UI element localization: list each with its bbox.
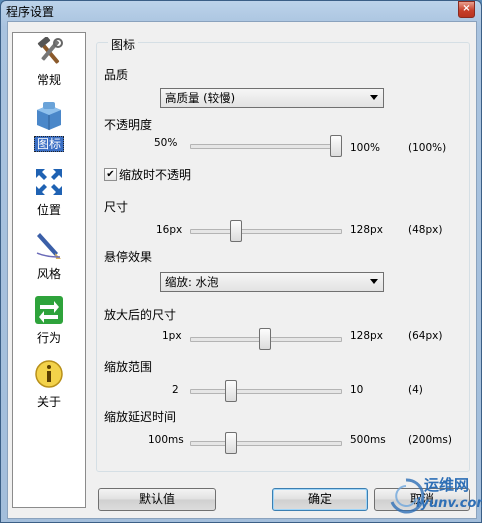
sidebar-item-label: 关于	[36, 395, 61, 409]
hover-effect-dropdown[interactable]: 缩放: 水泡	[160, 272, 384, 292]
opacity-min: 50%	[154, 137, 178, 149]
zoomed-size-slider-thumb[interactable]	[259, 328, 272, 350]
opacity-max: 100%	[350, 142, 381, 154]
opacity-current: (100%)	[408, 142, 447, 154]
size-label: 尺寸	[104, 200, 129, 214]
chevron-down-icon	[370, 95, 378, 100]
sidebar-item-general[interactable]: 常规	[13, 33, 85, 93]
zoom-delay-max: 500ms	[350, 434, 386, 446]
watermark-logo: 运维网 iyunv.com	[386, 470, 482, 523]
opacity-label: 不透明度	[104, 118, 153, 132]
zoomed-size-max: 128px	[350, 330, 383, 342]
settings-window: 程序设置 × 常规 图标 位置 风格 行为 关于 图标 品质 高质量 (较慢) …	[0, 0, 482, 523]
zoom-opaque-label: 缩放时不透明	[119, 168, 192, 182]
zoomed-size-label: 放大后的尺寸	[104, 308, 177, 322]
quality-label: 品质	[104, 68, 129, 82]
zoom-delay-min: 100ms	[148, 434, 184, 446]
sidebar-item-style[interactable]: 风格	[13, 227, 85, 287]
opacity-slider-thumb[interactable]	[330, 135, 342, 157]
close-button[interactable]: ×	[458, 1, 475, 18]
group-title: 图标	[108, 36, 139, 53]
zoomed-size-current: (64px)	[408, 330, 443, 342]
size-slider-thumb[interactable]	[230, 220, 243, 242]
size-current: (48px)	[408, 224, 443, 236]
sidebar-item-position[interactable]: 位置	[13, 163, 85, 223]
opacity-slider-track[interactable]	[190, 144, 342, 149]
quality-value: 高质量 (较慢)	[165, 91, 236, 105]
zoom-delay-slider-track[interactable]	[190, 441, 342, 446]
sidebar-item-label: 图标	[13, 135, 85, 152]
swap-arrows-icon	[35, 296, 63, 324]
sidebar-item-label: 风格	[36, 267, 61, 281]
hover-effect-value: 缩放: 水泡	[165, 275, 219, 289]
title-bar[interactable]: 程序设置 ×	[1, 1, 481, 21]
defaults-button[interactable]: 默认值	[98, 488, 216, 511]
sidebar-item-label: 常规	[36, 73, 61, 87]
zoom-range-max: 10	[350, 384, 364, 396]
brush-icon	[36, 233, 61, 259]
sidebar-item-label: 位置	[36, 203, 61, 217]
client-area: 常规 图标 位置 风格 行为 关于 图标 品质 高质量 (较慢) 不透明度 50…	[7, 21, 477, 519]
dock-box-icon	[37, 102, 61, 130]
info-icon	[35, 360, 63, 388]
zoom-delay-current: (200ms)	[408, 434, 452, 446]
zoom-delay-label: 缩放延迟时间	[104, 410, 177, 424]
zoom-range-slider-thumb[interactable]	[225, 380, 237, 402]
size-max: 128px	[350, 224, 383, 236]
move-arrows-icon	[36, 169, 62, 195]
size-slider-track[interactable]	[190, 229, 342, 234]
sidebar-item-behavior[interactable]: 行为	[13, 291, 85, 351]
zoomed-size-min: 1px	[162, 330, 182, 342]
chevron-down-icon	[370, 279, 378, 284]
window-title: 程序设置	[6, 5, 55, 19]
watermark-text-cn: 运维网	[424, 476, 470, 494]
category-sidebar: 常规 图标 位置 风格 行为 关于	[12, 32, 86, 508]
size-min: 16px	[156, 224, 183, 236]
watermark-text-url: iyunv.com	[416, 496, 482, 511]
sidebar-item-icons[interactable]: 图标	[13, 97, 85, 157]
zoom-delay-slider-thumb[interactable]	[225, 432, 237, 454]
ok-button[interactable]: 确定	[272, 488, 368, 511]
tools-icon	[37, 37, 63, 64]
hover-effect-label: 悬停效果	[104, 250, 153, 264]
zoom-range-min: 2	[172, 384, 179, 396]
sidebar-item-about[interactable]: 关于	[13, 355, 85, 415]
zoom-range-slider-track[interactable]	[190, 389, 342, 394]
zoom-range-current: (4)	[408, 384, 423, 396]
sidebar-item-label: 行为	[36, 331, 61, 345]
quality-dropdown[interactable]: 高质量 (较慢)	[160, 88, 384, 108]
zoom-range-label: 缩放范围	[104, 360, 153, 374]
zoom-opaque-checkbox[interactable]: ✔	[104, 168, 117, 181]
